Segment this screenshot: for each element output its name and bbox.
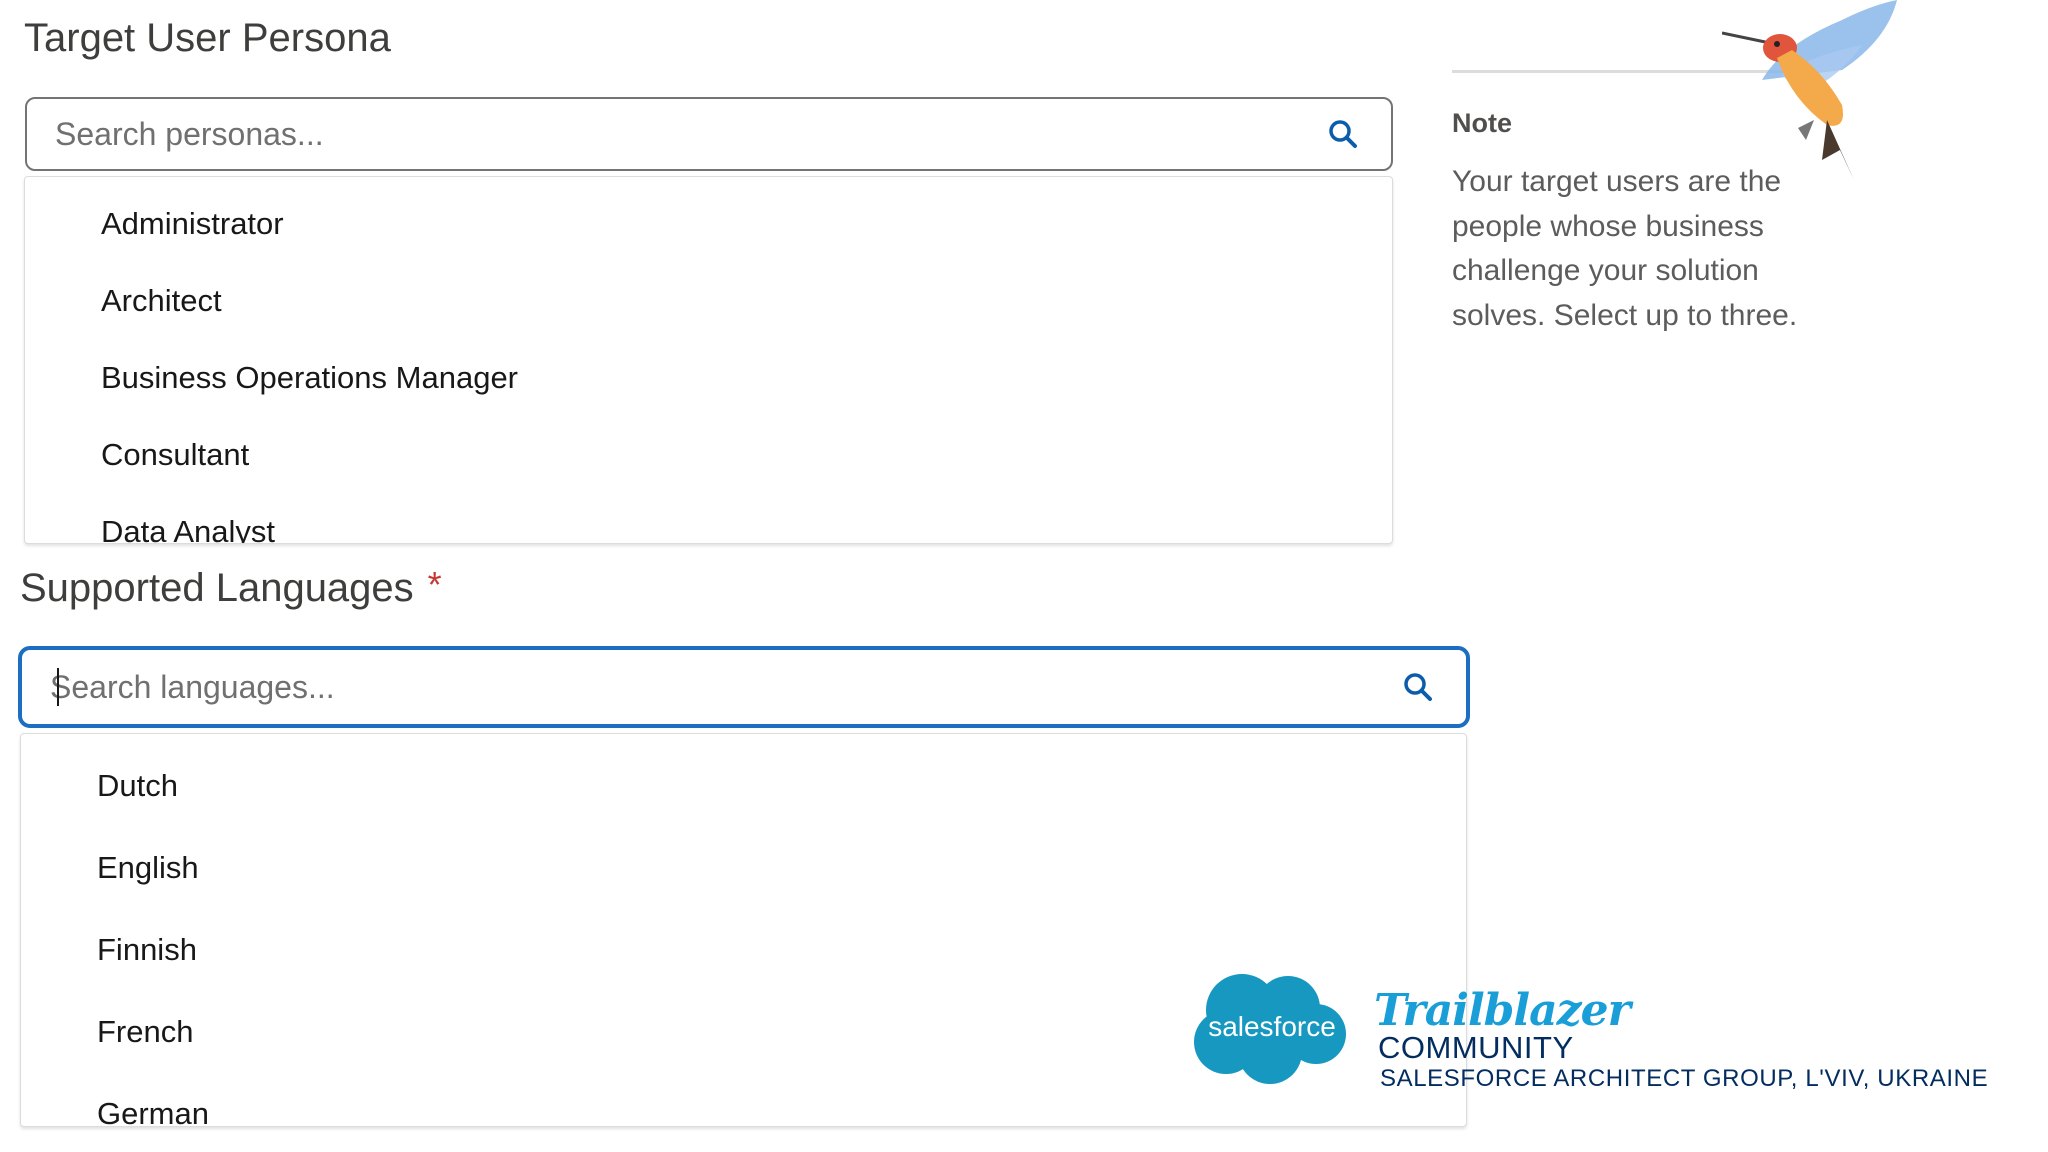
persona-option[interactable]: Business Operations Manager xyxy=(25,339,1392,416)
note-label: Note xyxy=(1452,108,1512,138)
search-icon xyxy=(1404,673,1432,701)
text-caret xyxy=(57,668,59,706)
languages-search-box[interactable] xyxy=(18,646,1470,728)
salesforce-logo-text: salesforce xyxy=(1208,1011,1336,1042)
language-option[interactable]: English xyxy=(21,827,1466,909)
languages-search-input[interactable] xyxy=(22,650,1398,724)
languages-title: Supported Languages * xyxy=(20,564,442,611)
trailblazer-title: Trailblazer xyxy=(1374,985,1631,1036)
persona-option[interactable]: Architect xyxy=(25,262,1392,339)
required-marker: * xyxy=(427,564,442,605)
languages-title-text: Supported Languages xyxy=(20,566,414,610)
persona-search-box[interactable] xyxy=(25,97,1393,171)
persona-search-button[interactable] xyxy=(1323,114,1363,154)
persona-option[interactable]: Data Analyst xyxy=(25,493,1392,543)
salesforce-cloud-logo: salesforce xyxy=(1194,974,1346,1084)
trailblazer-group: SALESFORCE ARCHITECT GROUP, L'VIV, UKRAI… xyxy=(1380,1065,1989,1092)
persona-listbox[interactable]: Administrator Architect Business Operati… xyxy=(24,176,1393,544)
language-option[interactable]: Dutch xyxy=(21,745,1466,827)
persona-option[interactable]: Consultant xyxy=(25,416,1392,493)
persona-option[interactable]: Administrator xyxy=(25,185,1392,262)
trailblazer-community: COMMUNITY xyxy=(1378,1030,1574,1065)
search-icon xyxy=(1329,120,1357,148)
persona-title: Target User Persona xyxy=(24,16,391,60)
persona-search-input[interactable] xyxy=(27,99,1323,169)
note-text: Your target users are the people whose b… xyxy=(1452,165,1798,332)
hummingbird-icon xyxy=(1722,0,1897,180)
languages-search-button[interactable] xyxy=(1398,667,1438,707)
